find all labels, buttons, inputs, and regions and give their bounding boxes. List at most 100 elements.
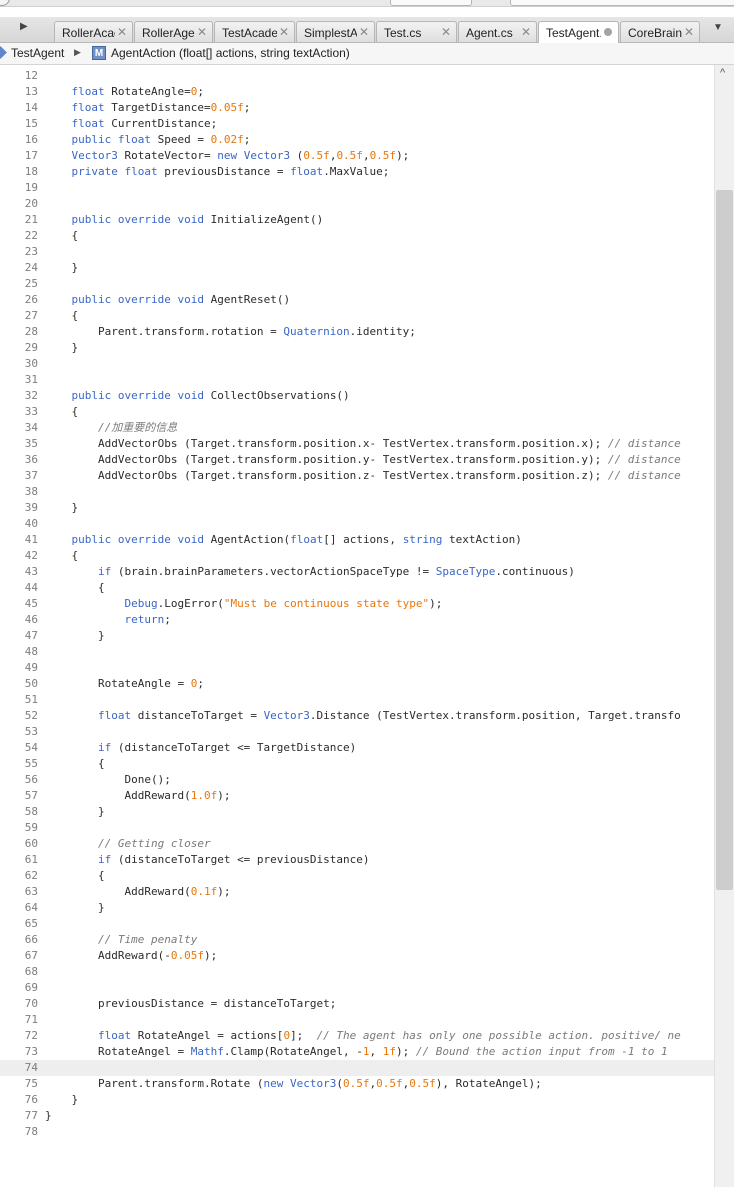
code-editor[interactable]: 12 13 float RotateAngle=0; 14 float Target… xyxy=(0,65,714,1187)
code-line[interactable]: 61 if (distanceToTarget <= previousDista… xyxy=(0,852,714,868)
code-line[interactable]: 73 RotateAngel = Mathf.Clamp(RotateAngel… xyxy=(0,1044,714,1060)
code-line[interactable]: 33 { xyxy=(0,404,714,420)
vertical-scrollbar[interactable]: ^ xyxy=(714,65,734,1187)
tab-test-cs[interactable]: Test.cs ✕ xyxy=(376,21,457,42)
close-icon[interactable]: ✕ xyxy=(117,25,127,39)
tab-simplestag[interactable]: SimplestAg✕ xyxy=(296,21,375,42)
code-line[interactable]: 63 AddReward(0.1f); xyxy=(0,884,714,900)
code-line[interactable]: 30 xyxy=(0,356,714,372)
code-line[interactable]: 12 xyxy=(0,68,714,84)
code-line[interactable]: 17 Vector3 RotateVector= new Vector3 (0.… xyxy=(0,148,714,164)
code-line[interactable]: 42 { xyxy=(0,548,714,564)
toolbar-field[interactable] xyxy=(390,0,472,6)
code-line[interactable]: 34 //加重要的信息 xyxy=(0,420,714,436)
code-line[interactable]: 57 AddReward(1.0f); xyxy=(0,788,714,804)
code-line[interactable]: 75 Parent.transform.Rotate (new Vector3(… xyxy=(0,1076,714,1092)
close-icon[interactable]: ✕ xyxy=(359,25,369,39)
code-line[interactable]: 44 { xyxy=(0,580,714,596)
code-line[interactable]: 22 { xyxy=(0,228,714,244)
code-line[interactable]: 41 public override void AgentAction(floa… xyxy=(0,532,714,548)
code-line[interactable]: 71 xyxy=(0,1012,714,1028)
code-line[interactable]: 24 } xyxy=(0,260,714,276)
code-line[interactable]: 21 public override void InitializeAgent(… xyxy=(0,212,714,228)
code-line[interactable]: 38 xyxy=(0,484,714,500)
code-line[interactable]: 49 xyxy=(0,660,714,676)
code-line[interactable]: 56 Done(); xyxy=(0,772,714,788)
tab-agent-cs[interactable]: Agent.cs ✕ xyxy=(458,21,537,42)
tab-scroll-left-icon[interactable]: ▶ xyxy=(20,21,28,32)
code-line[interactable]: 60 // Getting closer xyxy=(0,836,714,852)
line-number: 22 xyxy=(24,229,38,242)
code-line[interactable]: 78 xyxy=(0,1124,714,1140)
code-line[interactable]: 32 public override void CollectObservati… xyxy=(0,388,714,404)
close-icon[interactable]: ✕ xyxy=(197,25,207,39)
code-line[interactable]: 15 float CurrentDistance; xyxy=(0,116,714,132)
code-line[interactable]: 36 AddVectorObs (Target.transform.positi… xyxy=(0,452,714,468)
code-line[interactable]: 50 RotateAngle = 0; xyxy=(0,676,714,692)
code-line[interactable]: 13 float RotateAngle=0; xyxy=(0,84,714,100)
code-line[interactable]: 25 xyxy=(0,276,714,292)
close-icon[interactable]: ✕ xyxy=(441,25,451,39)
code-line[interactable]: 47 } xyxy=(0,628,714,644)
breadcrumb-member[interactable]: AgentAction (float[] actions, string tex… xyxy=(111,46,350,60)
code-line[interactable]: 65 xyxy=(0,916,714,932)
code-line[interactable]: 23 xyxy=(0,244,714,260)
code-line[interactable]: 76 } xyxy=(0,1092,714,1108)
code-text: AddReward(-0.05f); xyxy=(45,949,218,962)
code-line[interactable]: 14 float TargetDistance=0.05f; xyxy=(0,100,714,116)
tab-testacader[interactable]: TestAcader ✕ xyxy=(214,21,295,42)
tab-rolleracad[interactable]: RollerAcad ✕ xyxy=(54,21,133,42)
code-line[interactable]: 74 xyxy=(0,1060,714,1076)
code-line[interactable]: 31 xyxy=(0,372,714,388)
code-line[interactable]: 29 } xyxy=(0,340,714,356)
close-icon[interactable]: ✕ xyxy=(279,25,289,39)
line-number: 72 xyxy=(24,1029,38,1042)
code-line[interactable]: 58 } xyxy=(0,804,714,820)
scroll-up-icon[interactable]: ^ xyxy=(720,67,725,79)
code-line[interactable]: 69 xyxy=(0,980,714,996)
tab-rollerager[interactable]: RollerAger ✕ xyxy=(134,21,213,42)
code-line[interactable]: 59 xyxy=(0,820,714,836)
code-line[interactable]: 43 if (brain.brainParameters.vectorActio… xyxy=(0,564,714,580)
code-line[interactable]: 46 return; xyxy=(0,612,714,628)
code-line[interactable]: 40 xyxy=(0,516,714,532)
code-line[interactable]: 20 xyxy=(0,196,714,212)
code-line[interactable]: 53 xyxy=(0,724,714,740)
code-line[interactable]: 51 xyxy=(0,692,714,708)
code-text: float RotateAngle=0; xyxy=(71,85,204,98)
code-line[interactable]: 64 } xyxy=(0,900,714,916)
toolbar-search-field[interactable] xyxy=(510,0,734,6)
scrollbar-thumb[interactable] xyxy=(716,190,733,890)
code-line[interactable]: 26 public override void AgentReset() xyxy=(0,292,714,308)
code-line[interactable]: 55 { xyxy=(0,756,714,772)
toolbar-circle-button[interactable] xyxy=(0,0,10,6)
code-line[interactable]: 66 // Time penalty xyxy=(0,932,714,948)
code-line[interactable]: 72 float RotateAngel = actions[0]; // Th… xyxy=(0,1028,714,1044)
code-line[interactable]: 27 { xyxy=(0,308,714,324)
line-number: 73 xyxy=(24,1045,38,1058)
code-line[interactable]: 67 AddReward(-0.05f); xyxy=(0,948,714,964)
code-line[interactable]: 70 previousDistance = distanceToTarget; xyxy=(0,996,714,1012)
code-line[interactable]: 16 public float Speed = 0.02f; xyxy=(0,132,714,148)
code-line[interactable]: 39 } xyxy=(0,500,714,516)
code-line[interactable]: 37 AddVectorObs (Target.transform.positi… xyxy=(0,468,714,484)
code-line[interactable]: 62 { xyxy=(0,868,714,884)
code-text: Done(); xyxy=(45,773,171,786)
code-line[interactable]: 28 Parent.transform.rotation = Quaternio… xyxy=(0,324,714,340)
tab-testagent[interactable]: TestAgent. xyxy=(538,21,619,43)
tab-list-dropdown-icon[interactable]: ▼ xyxy=(713,22,723,33)
code-line[interactable]: 68 xyxy=(0,964,714,980)
close-icon[interactable]: ✕ xyxy=(521,25,531,39)
code-line[interactable]: 18 private float previousDistance = floa… xyxy=(0,164,714,180)
code-line[interactable]: 54 if (distanceToTarget <= TargetDistanc… xyxy=(0,740,714,756)
code-line[interactable]: 77} xyxy=(0,1108,714,1124)
close-icon[interactable]: ✕ xyxy=(684,25,694,39)
code-line[interactable]: 45 Debug.LogError("Must be continuous st… xyxy=(0,596,714,612)
tab-corebraini[interactable]: CoreBrainI ✕ xyxy=(620,21,700,42)
code-line[interactable]: 19 xyxy=(0,180,714,196)
breadcrumb-class[interactable]: TestAgent xyxy=(11,46,64,60)
modified-dot-icon[interactable] xyxy=(604,28,612,36)
code-line[interactable]: 35 AddVectorObs (Target.transform.positi… xyxy=(0,436,714,452)
code-line[interactable]: 52 float distanceToTarget = Vector3.Dist… xyxy=(0,708,714,724)
code-line[interactable]: 48 xyxy=(0,644,714,660)
